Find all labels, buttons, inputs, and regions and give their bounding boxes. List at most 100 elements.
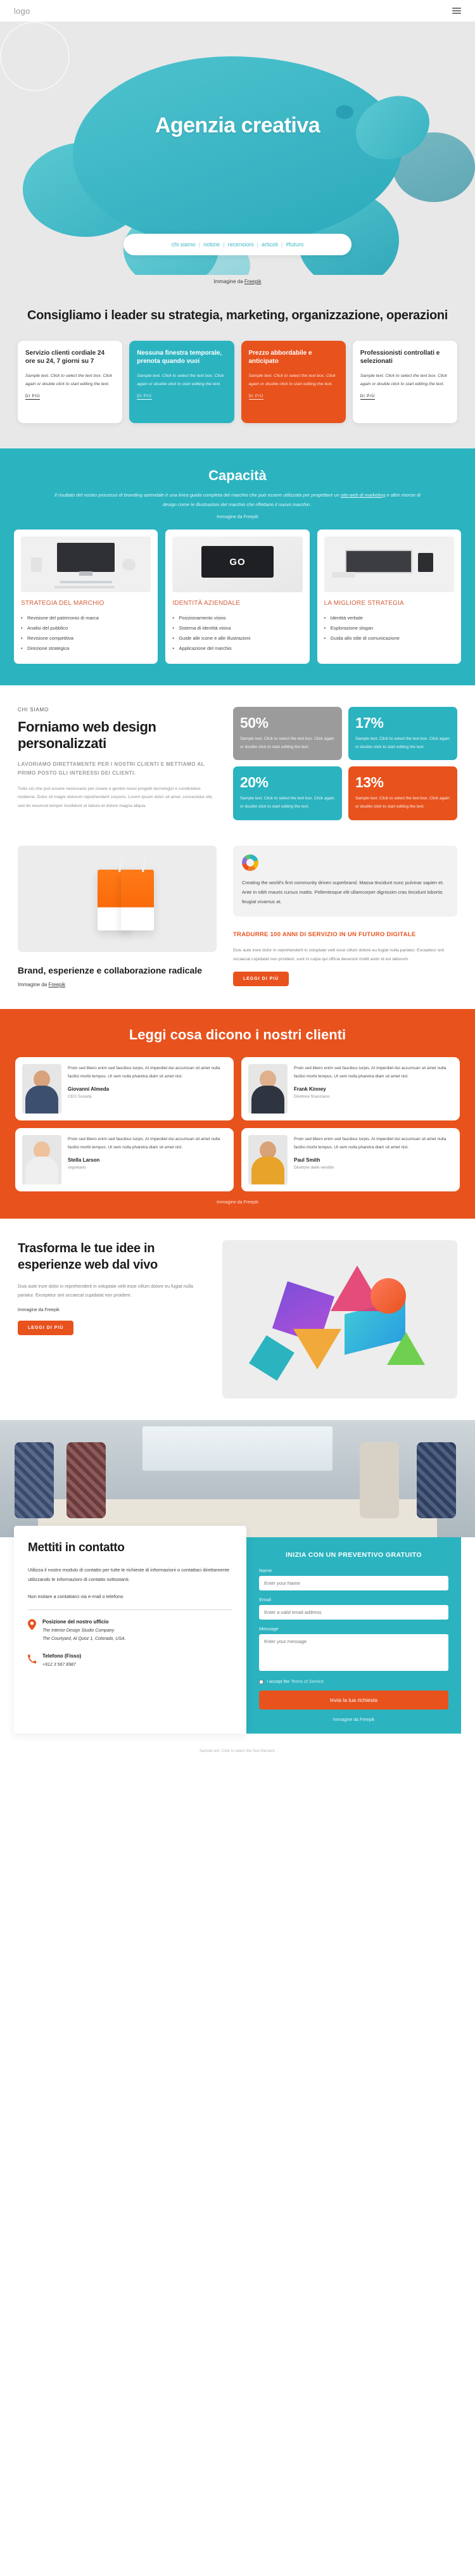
divider xyxy=(28,1609,233,1610)
quote-form-panel: INIZIA CON UN PREVENTIVO GRATUITO Name E… xyxy=(246,1537,461,1734)
testimonial-name: Paul Smith xyxy=(294,1157,320,1164)
capacity-card-list: Posizionamento visivo Sistema di identit… xyxy=(172,613,302,654)
testimonial-quote: Proin sed libero enim sed faucibus turpi… xyxy=(68,1136,220,1150)
logo[interactable]: logo xyxy=(14,6,30,16)
brand-layout: Brand, esperienze e collaborazione radic… xyxy=(18,845,457,987)
about-body: Tutte ciò che può essere necessario per … xyxy=(18,786,213,809)
advice-card-title: Servizio clienti cordiale 24 ore su 24, … xyxy=(25,349,105,365)
contact-paragraph-2: Non esitare a contattarci via e-mail o t… xyxy=(28,1593,124,1599)
nav-link-chi-siamo[interactable]: chi siamo xyxy=(172,241,196,248)
hamburger-icon[interactable] xyxy=(452,8,461,14)
credit-text: Immagine da xyxy=(18,1307,45,1312)
stat-value: 17% xyxy=(355,714,384,732)
brand-right-column: Creating the world's first community dri… xyxy=(232,845,457,987)
testimonial-role: CEO Società xyxy=(68,1094,92,1100)
team-photo-band xyxy=(0,1419,475,1537)
advice-card-grid: Servizio clienti cordiale 24 ore su 24, … xyxy=(18,340,457,423)
avatar xyxy=(248,1063,288,1114)
brand-section: Brand, esperienze e collaborazione radic… xyxy=(0,839,475,1009)
hero-nav: chi siamo | notizie | recensioni | artic… xyxy=(124,234,352,255)
capacity-subtitle: Il risultato del nostro processo di bran… xyxy=(48,490,428,509)
testimonial-card: Proin sed libero enim sed faucibus turpi… xyxy=(15,1127,234,1191)
testimonial-quote: Proin sed libero enim sed faucibus turpi… xyxy=(294,1065,446,1079)
testimonial-card: Proin sed libero enim sed faucibus turpi… xyxy=(15,1056,234,1120)
transform-body: Duis aute irure dolor in reprehenderit i… xyxy=(18,1283,193,1298)
nav-sep: | xyxy=(198,241,201,248)
terms-pre: I accept the xyxy=(267,1679,291,1684)
name-input[interactable] xyxy=(259,1575,448,1590)
credit-text: Immagine da xyxy=(332,1717,360,1722)
stat-body: Sample text. Click to select the text bo… xyxy=(239,737,334,749)
advice-card[interactable]: Prezzo abbordabile e anticipato Sample t… xyxy=(241,340,346,423)
avatar xyxy=(248,1134,288,1184)
terms-consent-row: I accept the Terms of Service xyxy=(259,1679,448,1684)
capacity-list-item: Guide alle icone e alle illustrazioni xyxy=(172,633,302,644)
site-header: logo xyxy=(0,0,475,22)
transform-heading: Trasforma le tue idee in esperienze web … xyxy=(18,1241,158,1272)
capacity-card[interactable]: GO IDENTITÀ AZIENDALE Posizionamento vis… xyxy=(165,529,310,664)
testimonial-quote: Proin sed libero enim sed faucibus turpi… xyxy=(68,1065,220,1079)
freepik-link[interactable]: Freepik xyxy=(48,982,65,987)
nav-link-notizie[interactable]: notizie xyxy=(203,241,220,248)
testimonial-name: Frank Kinney xyxy=(294,1086,326,1093)
capacity-list-item: Sistema di identità visiva xyxy=(172,623,302,633)
advice-card-more-link[interactable]: DI PIÙ xyxy=(25,394,41,400)
advice-card-title: Professionisti controllati e selezionati xyxy=(360,349,440,365)
terms-checkbox[interactable] xyxy=(259,1679,264,1684)
landing-page: logo Agenzia creativa chi siamo | notizi… xyxy=(0,0,475,1764)
nav-link-articoli[interactable]: articoli xyxy=(262,241,278,248)
brand-sub-heading: TRADURRE 100 ANNI DI SERVIZIO IN UN FUTU… xyxy=(232,930,416,938)
avatar xyxy=(22,1063,61,1114)
advice-card[interactable]: Nessuna finestra temporale, prenota quan… xyxy=(129,340,234,423)
stat-card: 13% Sample text. Click to select the tex… xyxy=(348,766,457,820)
stat-card: 50% Sample text. Click to select the tex… xyxy=(232,707,342,761)
stat-card: 17% Sample text. Click to select the tex… xyxy=(348,707,457,761)
email-input[interactable] xyxy=(259,1604,448,1620)
capacity-sub-part1: Il risultato del nostro processo di bran… xyxy=(54,492,341,498)
capacity-sub-link[interactable]: sito web di marketing xyxy=(341,492,385,498)
nav-link-futuro[interactable]: #futuro xyxy=(286,241,303,248)
brand-heading: Brand, esperienze e collaborazione radic… xyxy=(18,965,202,975)
advice-card-more-link[interactable]: DI PIÙ xyxy=(248,394,263,400)
terms-link[interactable]: Terms of Service xyxy=(291,1680,324,1684)
advice-card-body: Sample text. Click to select the text bo… xyxy=(25,373,113,386)
message-label: Message xyxy=(259,1625,279,1632)
testimonial-role: Direttore finanziario xyxy=(294,1094,330,1100)
contact-info-panel: Mettiti in contatto Utilizza il nostro m… xyxy=(14,1525,247,1734)
capacity-card-list: Revisione del patrimonio di marca Analis… xyxy=(21,613,151,654)
freepik-link[interactable]: Freepik xyxy=(244,1200,258,1205)
brand-read-more-button[interactable]: LEGGI DI PIÙ xyxy=(232,972,289,987)
freepik-link[interactable]: Freepik xyxy=(244,515,258,519)
freepik-link[interactable]: Freepik xyxy=(44,1308,59,1312)
capacity-card-image-branding: GO xyxy=(172,536,303,592)
footer-text: Sample text. Click to select the Text El… xyxy=(200,1749,276,1753)
capacity-card-image-desktop xyxy=(21,536,151,592)
color-wheel-icon xyxy=(241,854,258,871)
transform-read-more-button[interactable]: LEGGI DI PIÙ xyxy=(18,1320,74,1335)
capacity-card-image-workspace xyxy=(324,536,454,592)
capacity-card-title: STRATEGIA DEL MARCHIO xyxy=(21,599,104,607)
advice-card[interactable]: Professionisti controllati e selezionati… xyxy=(352,340,457,423)
capacity-list-item: Posizionamento visivo xyxy=(172,613,302,623)
location-pin-icon xyxy=(28,1619,36,1630)
advice-card[interactable]: Servizio clienti cordiale 24 ore su 24, … xyxy=(18,340,123,423)
capacity-card[interactable]: LA MIGLIORE STRATEGIA Identità verbale E… xyxy=(317,529,461,664)
nav-link-recensioni[interactable]: recensioni xyxy=(227,241,253,248)
submit-request-button[interactable]: Invia la tua richiesta xyxy=(259,1690,448,1710)
message-textarea[interactable] xyxy=(259,1634,448,1671)
stat-value: 20% xyxy=(239,774,269,791)
freepik-link[interactable]: Freepik xyxy=(244,279,262,284)
advice-card-more-link[interactable]: DI PIÙ xyxy=(360,394,376,400)
contact-heading: Mettiti in contatto xyxy=(28,1540,125,1554)
terms-label: I accept the Terms of Service xyxy=(267,1680,324,1684)
brand-image-credit: Immagine da Freepik xyxy=(18,976,217,987)
testimonials-section: Leggi cosa dicono i nostri clienti Proin… xyxy=(0,1008,475,1219)
capacity-list-item: Direzione strategica xyxy=(21,644,151,654)
advice-card-more-link[interactable]: DI PIÙ xyxy=(137,394,152,400)
office-label: Posizione del nostro ufficio xyxy=(42,1618,109,1625)
stat-value: 13% xyxy=(355,774,384,791)
testimonial-role: segretario xyxy=(68,1165,86,1171)
brand-note-text: Creating the world's first community dri… xyxy=(241,879,444,904)
capacity-card[interactable]: STRATEGIA DEL MARCHIO Revisione del patr… xyxy=(14,529,158,664)
freepik-link[interactable]: Freepik xyxy=(360,1718,374,1722)
